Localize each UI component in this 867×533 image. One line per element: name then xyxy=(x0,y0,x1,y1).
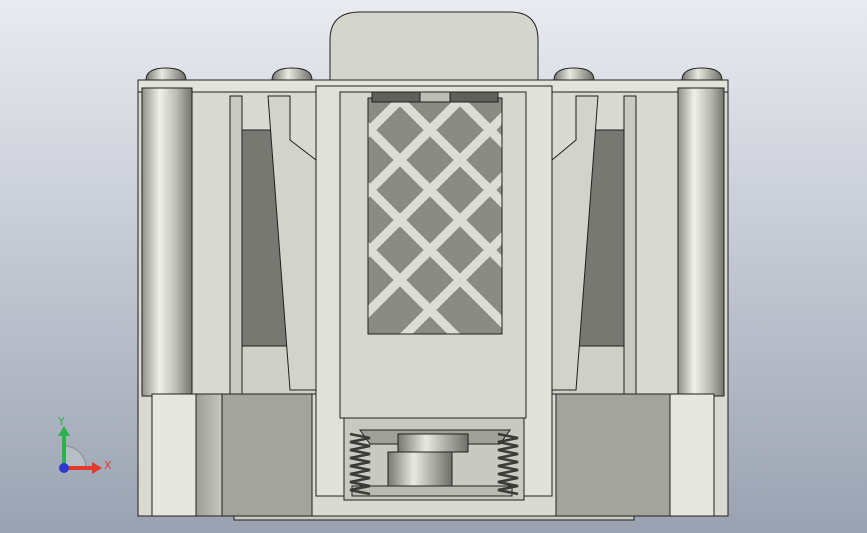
model-view[interactable]: Y X xyxy=(0,0,867,533)
plunger-body[interactable] xyxy=(387,451,453,487)
base-block-left-mid xyxy=(195,393,223,517)
guide-rod-left[interactable] xyxy=(141,87,193,397)
spring-base xyxy=(351,485,513,497)
top-slot-insert xyxy=(419,91,451,103)
base-block-right-inner[interactable] xyxy=(555,393,671,517)
y-axis-label: Y xyxy=(57,415,65,428)
base-block-left-outer[interactable] xyxy=(151,393,197,517)
base-block-left-inner[interactable] xyxy=(221,393,313,517)
x-axis-label: X xyxy=(104,459,112,472)
z-axis-dot xyxy=(59,463,69,473)
side-wall-left xyxy=(229,95,243,397)
guide-rod-right[interactable] xyxy=(677,87,725,397)
plunger-head[interactable] xyxy=(397,433,469,453)
top-handle[interactable] xyxy=(329,11,539,83)
side-wall-right xyxy=(623,95,637,397)
base-block-right-outer[interactable] xyxy=(669,393,715,517)
cad-viewport[interactable]: Y X xyxy=(0,0,867,533)
